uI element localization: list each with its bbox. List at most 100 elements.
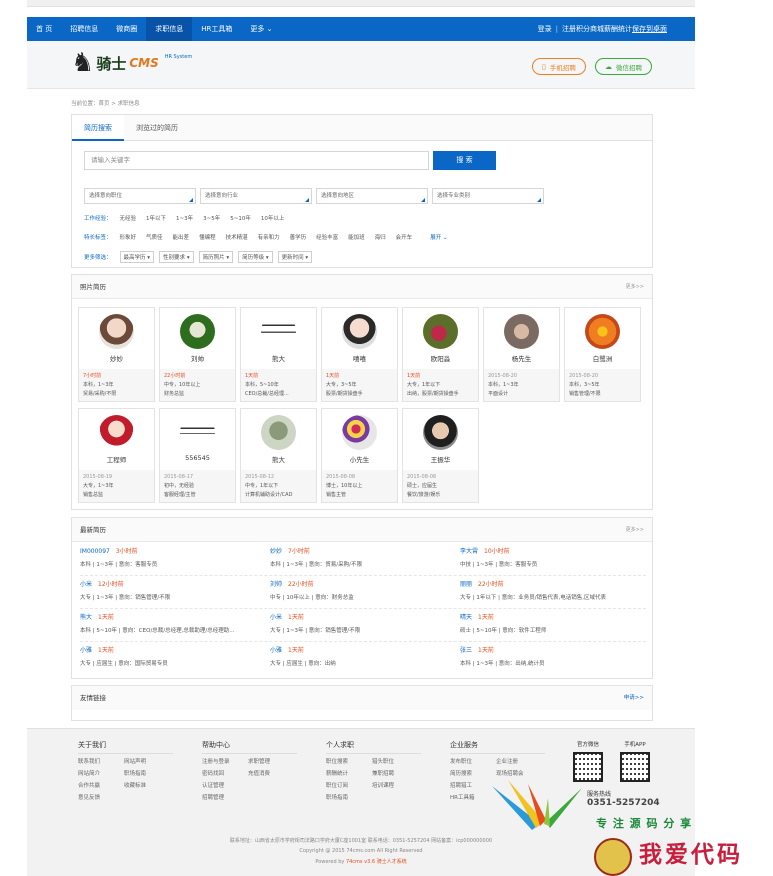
footer-link[interactable]: 充值消费 <box>248 769 294 777</box>
site-logo[interactable]: ♞ 骑士 CMS HR System <box>71 50 192 76</box>
nav-resumes[interactable]: 求职信息 <box>146 17 193 41</box>
tag-option[interactable]: 有亲和力 <box>258 233 280 241</box>
resume-name-link[interactable]: 张三 <box>460 647 472 654</box>
wechat-recruit-button[interactable]: ☁ 微信招聘 <box>595 58 652 75</box>
tag-option[interactable]: 海归 <box>375 233 386 241</box>
footer-link[interactable]: 合作共赢 <box>78 781 124 789</box>
resume-name-link[interactable]: 小米 <box>80 581 92 588</box>
resume-name-link[interactable]: 小雅 <box>270 647 282 654</box>
footer-link[interactable]: 注册与登录 <box>202 757 248 765</box>
resume-name-link[interactable]: 妙妙 <box>270 548 282 555</box>
resume-name-link[interactable]: 刘帅 <box>270 581 282 588</box>
tag-option[interactable]: 形象好 <box>120 233 137 241</box>
tag-option[interactable]: 懂编程 <box>199 233 216 241</box>
footer-link[interactable]: 职位搜索 <box>326 757 372 765</box>
select-position[interactable]: 选择意向职位 <box>84 188 196 204</box>
footer-link[interactable]: 网站简介 <box>78 769 124 777</box>
tab-viewed-resumes[interactable]: 浏览过的简历 <box>124 115 190 141</box>
powered-brand-link[interactable]: 74cms v3.6 <box>346 859 377 865</box>
salary-stats-link[interactable]: 薪酬统计 <box>604 24 632 34</box>
tag-option[interactable]: 经验丰富 <box>316 233 338 241</box>
photo-resume-card[interactable]: 妙妙 7小时前 本科，1~3年 贸易/采购/不限 <box>78 307 155 402</box>
footer-link[interactable]: 现场招聘会 <box>496 769 542 777</box>
latest-resume-more-link[interactable]: 更多>> <box>626 518 644 542</box>
tag-option[interactable]: 气质佳 <box>146 233 163 241</box>
footer-link[interactable]: 猎头职位 <box>372 757 418 765</box>
photo-resume-card[interactable]: 熊大 1天前 本科，5~10年 CEO/总裁/总经理... <box>240 307 317 402</box>
tab-resume-search[interactable]: 简历搜索 <box>72 115 124 141</box>
footer-link[interactable]: 发布职位 <box>450 757 496 765</box>
resume-name-link[interactable]: 晴天 <box>460 614 472 621</box>
select-industry[interactable]: 选择意向行业 <box>200 188 312 204</box>
resume-name-link[interactable]: 小雅 <box>80 647 92 654</box>
more-option[interactable]: 简历照片 ▾ <box>198 251 234 263</box>
save-desktop-link[interactable]: 保存到桌面 <box>632 24 667 34</box>
photo-resume-card[interactable]: 白鹭洲 2015-08-20 本科，3~5年 销售管理/不限 <box>564 307 641 402</box>
photo-resume-card[interactable]: 王振华 2015-08-08 硕士，应届生 餐饮/旅游/娱乐 <box>402 408 479 503</box>
footer-link[interactable]: 职场指南 <box>326 793 372 801</box>
photo-resume-card[interactable]: 小先生 2015-08-08 博士，10年以上 销售主管 <box>321 408 398 503</box>
mobile-recruit-button[interactable]: ▯ 手机招聘 <box>532 58 586 75</box>
more-option[interactable]: 性别要求 ▾ <box>159 251 194 263</box>
points-mall-link[interactable]: 积分商城 <box>576 24 604 34</box>
footer-link[interactable]: 简历搜索 <box>450 769 496 777</box>
photo-resume-card[interactable]: 556545 2015-08-17 初中，无经验 客服经理/主管 <box>159 408 236 503</box>
exp-option[interactable]: 3~5年 <box>203 214 220 222</box>
expand-tags-button[interactable]: 展开 ⌄ <box>430 233 447 241</box>
tag-option[interactable]: 善学历 <box>290 233 307 241</box>
more-option[interactable]: 更新时间 ▾ <box>277 251 313 263</box>
nav-jobs[interactable]: 招聘信息 <box>61 17 107 41</box>
footer-link[interactable]: 企业注册 <box>496 757 542 765</box>
keyword-search-input[interactable]: 请输入关键字 <box>84 151 429 170</box>
resume-name-link[interactable]: IM000097 <box>80 548 110 555</box>
photo-resume-card[interactable]: 工程师 2015-08-19 大专，1~3年 销售总监 <box>78 408 155 503</box>
resume-name-link[interactable]: 李大霄 <box>460 548 478 555</box>
footer-link[interactable] <box>248 781 294 789</box>
nav-more[interactable]: 更多 ⌄ <box>241 17 281 41</box>
exp-option[interactable]: 5~10年 <box>230 214 251 222</box>
footer-link[interactable]: 认证管理 <box>202 781 248 789</box>
photo-resume-card[interactable]: 杨先生 2015-08-20 本科，1~3年 平面设计 <box>483 307 560 402</box>
tag-option[interactable]: 能出差 <box>173 233 190 241</box>
nav-hr-tools[interactable]: HR工具箱 <box>192 17 241 41</box>
photo-resume-card[interactable]: 熊大 2015-08-12 中专，1年以下 计算机辅助设计/CAD <box>240 408 317 503</box>
search-button[interactable]: 搜 索 <box>433 151 496 170</box>
photo-resume-card[interactable]: 欧阳淼 1天前 大专，1年以下 出纳，股票/期货操盘手 <box>402 307 479 402</box>
register-link[interactable]: 注册 <box>562 24 576 34</box>
apply-link-button[interactable]: 申请>> <box>624 686 644 710</box>
footer-link[interactable]: 收藏标准 <box>124 781 170 789</box>
resume-name-link[interactable]: 丽丽 <box>460 581 472 588</box>
footer-link[interactable]: 求职管理 <box>248 757 294 765</box>
exp-option[interactable]: 1年以下 <box>146 214 166 222</box>
photo-resume-card[interactable]: 嘻嘻 1天前 大专，3~5年 股票/期货操盘手 <box>321 307 398 402</box>
footer-link[interactable]: 培训课程 <box>372 781 418 789</box>
resume-name-link[interactable]: 熊大 <box>80 614 92 621</box>
exp-option[interactable]: 无经验 <box>120 214 137 222</box>
login-link[interactable]: 登录 <box>538 24 552 34</box>
more-option[interactable]: 最高学历 ▾ <box>119 251 155 263</box>
nav-home[interactable]: 首 页 <box>27 17 61 41</box>
footer-link[interactable]: 联系我们 <box>78 757 124 765</box>
footer-link[interactable]: 招聘管理 <box>202 793 248 801</box>
exp-option[interactable]: 1~3年 <box>176 214 193 222</box>
footer-link[interactable]: 薪酬统计 <box>326 769 372 777</box>
more-option[interactable]: 简历等级 ▾ <box>238 251 273 263</box>
nav-micro-circle[interactable]: 微商圈 <box>107 17 146 41</box>
tag-option[interactable]: 技术精湛 <box>226 233 248 241</box>
corner-triangle-icon <box>421 198 425 202</box>
footer-link[interactable]: 意见反馈 <box>78 793 124 801</box>
select-region[interactable]: 选择意向地区 <box>316 188 428 204</box>
resume-name-link[interactable]: 小米 <box>270 614 282 621</box>
tag-option[interactable]: 会开车 <box>396 233 413 241</box>
footer-link[interactable]: 网站声明 <box>124 757 170 765</box>
footer-link[interactable]: 兼职招聘 <box>372 769 418 777</box>
footer-link[interactable]: 密码找回 <box>202 769 248 777</box>
footer-link[interactable]: 职场指南 <box>124 769 170 777</box>
tag-option[interactable]: 能加班 <box>348 233 365 241</box>
photo-resume-card[interactable]: 刘帅 22小时前 中专，10年以上 财务总监 <box>159 307 236 402</box>
select-major[interactable]: 选择专业类别 <box>432 188 544 204</box>
latest-resume-item: 刘帅 22小时前 中专 | 10年以上 | 意向：财务总监 <box>270 579 460 611</box>
photo-resume-more-link[interactable]: 更多>> <box>626 275 644 299</box>
exp-option[interactable]: 10年以上 <box>261 214 285 222</box>
footer-link[interactable]: 职位订阅 <box>326 781 372 789</box>
